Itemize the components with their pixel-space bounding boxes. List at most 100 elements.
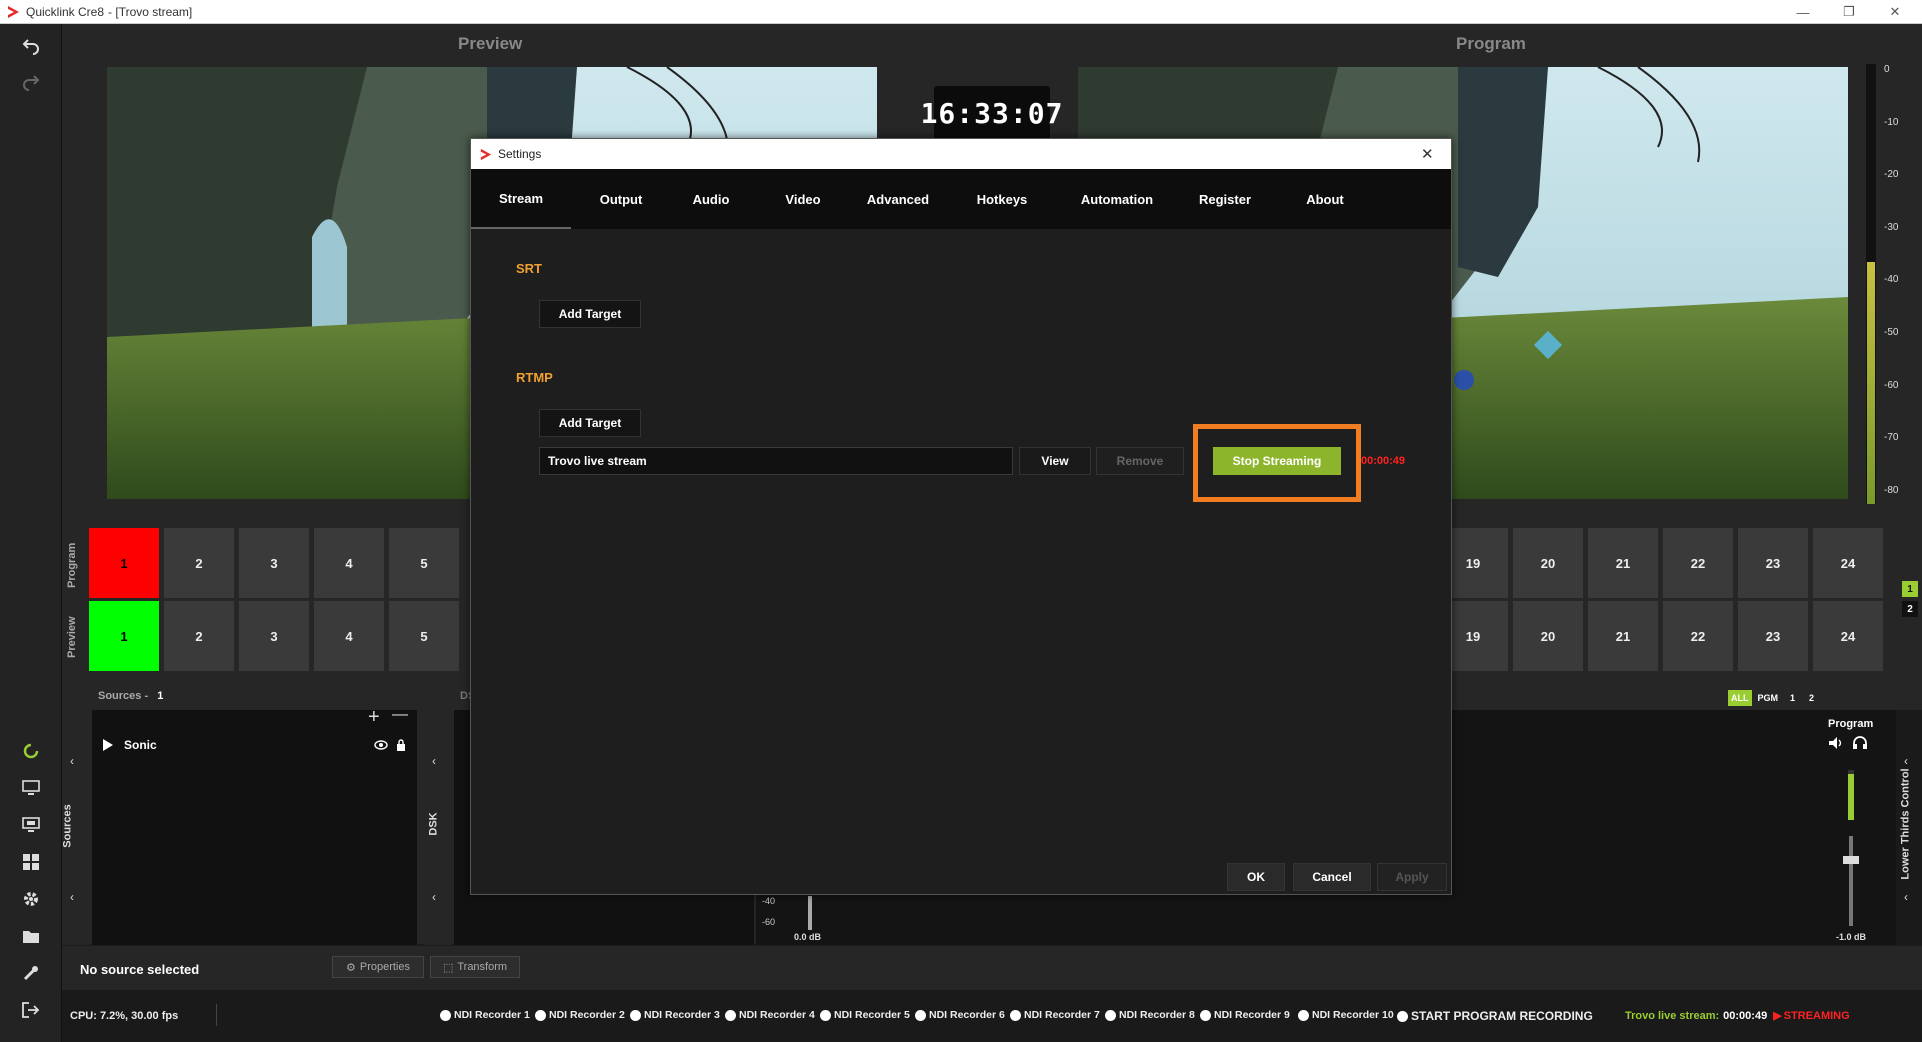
remove-button[interactable]: Remove	[1096, 447, 1184, 475]
ndi-recorder-8[interactable]: NDI Recorder 8	[1105, 1009, 1195, 1021]
settings-close-icon[interactable]: ✕	[1421, 145, 1434, 163]
sources-list: + — Sonic	[92, 706, 417, 945]
stream-elapsed-time: 00:00:49	[1361, 455, 1406, 467]
program-button-2[interactable]: 2	[164, 528, 234, 598]
ndi-recorder-10[interactable]: NDI Recorder 10	[1298, 1009, 1394, 1021]
eye-icon[interactable]	[374, 740, 388, 750]
tab-automation[interactable]: Automation	[1057, 169, 1177, 229]
restore-button[interactable]: ❐	[1826, 0, 1872, 24]
preview-button-1[interactable]: 1	[89, 601, 159, 671]
ok-button[interactable]: OK	[1227, 863, 1285, 891]
tab-about[interactable]: About	[1275, 169, 1375, 229]
preview-button-21[interactable]: 21	[1588, 601, 1658, 671]
screen-icon[interactable]	[19, 813, 43, 837]
add-source-icon[interactable]: +	[368, 706, 380, 729]
tab-advanced[interactable]: Advanced	[843, 169, 953, 229]
folder-icon[interactable]	[19, 924, 43, 948]
ndi-recorder-5[interactable]: NDI Recorder 5	[820, 1009, 910, 1021]
rtmp-target-field[interactable]: Trovo live stream	[539, 447, 1013, 475]
ndi-recorder-7[interactable]: NDI Recorder 7	[1010, 1009, 1100, 1021]
preview-button-5[interactable]: 5	[389, 601, 459, 671]
ndi-recorder-3[interactable]: NDI Recorder 3	[630, 1009, 720, 1021]
preview-button-2[interactable]: 2	[164, 601, 234, 671]
expand-lower-thirds-icon[interactable]: ‹	[1904, 754, 1908, 768]
record-dot-icon	[1298, 1009, 1309, 1021]
program-button-23[interactable]: 23	[1738, 528, 1808, 598]
headphones-icon[interactable]	[1852, 736, 1868, 750]
tab-audio[interactable]: Audio	[661, 169, 761, 229]
apply-button[interactable]: Apply	[1377, 863, 1447, 891]
tab-video[interactable]: Video	[753, 169, 853, 229]
close-window-button[interactable]: ✕	[1872, 0, 1918, 24]
mixer-fader-track[interactable]	[1849, 836, 1853, 926]
properties-button[interactable]: ⚙ Properties	[332, 956, 424, 978]
collapse-dsk-icon-2[interactable]: ‹	[432, 890, 436, 904]
sources-tab[interactable]: ‹ Sources ‹	[62, 710, 90, 945]
collapse-left-icon[interactable]: ‹	[70, 754, 74, 768]
ndi-recorder-2[interactable]: NDI Recorder 2	[535, 1009, 625, 1021]
restore-icon: ❐	[1843, 4, 1855, 19]
filter-1[interactable]: 1	[1784, 690, 1801, 706]
transform-button[interactable]: ⬚ Transform	[430, 956, 520, 978]
preview-button-24[interactable]: 24	[1813, 601, 1883, 671]
rtmp-add-target-button[interactable]: Add Target	[539, 409, 641, 437]
start-program-recording[interactable]: START PROGRAM RECORDING	[1397, 1009, 1593, 1023]
tab-hotkeys[interactable]: Hotkeys	[947, 169, 1057, 229]
preview-button-22[interactable]: 22	[1663, 601, 1733, 671]
refresh-icon[interactable]	[19, 739, 43, 763]
ndi-recorder-4[interactable]: NDI Recorder 4	[725, 1009, 815, 1021]
ndi-recorder-6[interactable]: NDI Recorder 6	[915, 1009, 1005, 1021]
tab-register[interactable]: Register	[1175, 169, 1275, 229]
srt-add-target-button[interactable]: Add Target	[539, 300, 641, 328]
mixer-tick-40: -40	[762, 896, 776, 906]
program-button-5[interactable]: 5	[389, 528, 459, 598]
stop-streaming-button[interactable]: Stop Streaming	[1213, 447, 1341, 475]
tools-icon[interactable]	[19, 961, 43, 985]
ndi-recorder-9[interactable]: NDI Recorder 9	[1200, 1009, 1290, 1021]
tab-stream[interactable]: Stream	[471, 169, 571, 229]
monitor-icon[interactable]	[19, 776, 43, 800]
preview-button-3[interactable]: 3	[239, 601, 309, 671]
exit-icon[interactable]	[19, 998, 43, 1022]
mixer-tick-60: -60	[762, 917, 776, 927]
program-button-1[interactable]: 1	[89, 528, 159, 598]
filter-pgm[interactable]: PGM	[1756, 690, 1781, 706]
program-button-24[interactable]: 24	[1813, 528, 1883, 598]
properties-bar: No source selected ⚙ Properties ⬚ Transfor…	[62, 946, 1922, 990]
preview-button-23[interactable]: 23	[1738, 601, 1808, 671]
lower-thirds-tab[interactable]: ‹ Lower Thirds Control ‹	[1896, 710, 1922, 945]
preview-button-4[interactable]: 4	[314, 601, 384, 671]
undo-icon[interactable]	[19, 34, 43, 58]
remove-source-icon[interactable]: —	[392, 706, 408, 724]
expand-lower-thirds-icon-2[interactable]: ‹	[1904, 890, 1908, 904]
cancel-button[interactable]: Cancel	[1293, 863, 1371, 891]
program-button-20[interactable]: 20	[1513, 528, 1583, 598]
gear-icon[interactable]	[19, 887, 43, 911]
dsk-tab[interactable]: ‹ DSK ‹	[424, 710, 452, 945]
filter-2[interactable]: 2	[1805, 690, 1818, 706]
page-button-1[interactable]: 1	[1902, 581, 1918, 597]
lock-icon[interactable]	[396, 739, 406, 751]
program-button-22[interactable]: 22	[1663, 528, 1733, 598]
redo-icon[interactable]	[19, 70, 43, 94]
program-button-4[interactable]: 4	[314, 528, 384, 598]
view-button[interactable]: View	[1019, 447, 1091, 475]
program-button-21[interactable]: 21	[1588, 528, 1658, 598]
collapse-dsk-icon[interactable]: ‹	[432, 754, 436, 768]
mixer-fader-handle[interactable]	[1843, 856, 1859, 864]
grid-icon[interactable]	[19, 850, 43, 874]
speaker-icon[interactable]	[1828, 736, 1844, 750]
ndi-recorder-1[interactable]: NDI Recorder 1	[440, 1009, 530, 1021]
minimize-button[interactable]: —	[1780, 0, 1826, 24]
status-divider	[216, 1004, 217, 1026]
preview-button-20[interactable]: 20	[1513, 601, 1583, 671]
play-icon[interactable]	[102, 738, 114, 752]
tab-output[interactable]: Output	[571, 169, 671, 229]
program-button-3[interactable]: 3	[239, 528, 309, 598]
audio-filter: ALL PGM 1 2	[1728, 690, 1818, 706]
filter-all[interactable]: ALL	[1728, 690, 1752, 706]
list-item[interactable]: Sonic	[102, 738, 412, 752]
page-button-2[interactable]: 2	[1902, 601, 1918, 617]
collapse-left-icon-2[interactable]: ‹	[70, 890, 74, 904]
mixer-fader-left[interactable]	[808, 896, 812, 930]
